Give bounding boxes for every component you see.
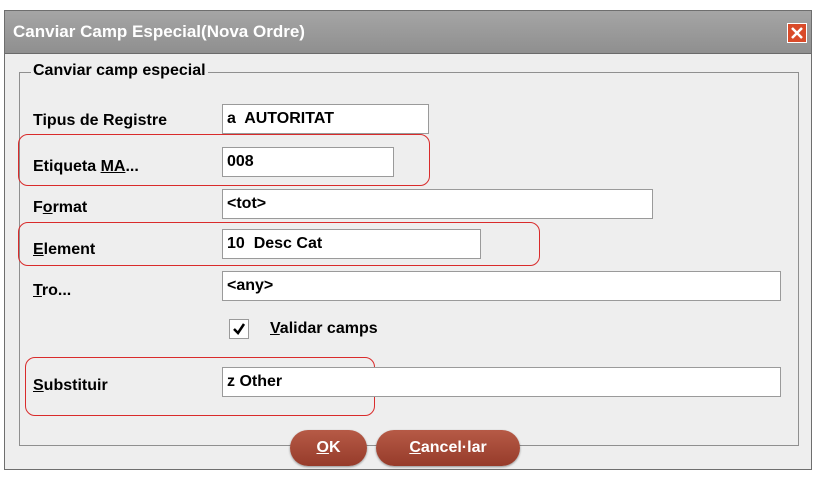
tag-label: Etiqueta MA... bbox=[33, 158, 139, 175]
checkmark-icon bbox=[233, 323, 246, 335]
validate-checkbox[interactable] bbox=[229, 319, 249, 339]
replace-field[interactable]: z Other bbox=[222, 367, 781, 397]
replace-label: Substituir bbox=[33, 377, 108, 394]
format-label: Format bbox=[33, 199, 88, 216]
tag-field[interactable]: 008 bbox=[222, 147, 394, 177]
find-field[interactable]: <any> bbox=[222, 271, 781, 301]
format-field[interactable]: <tot> bbox=[222, 189, 653, 219]
element-field[interactable]: 10 Desc Cat bbox=[222, 229, 481, 259]
group-legend: Canviar camp especial bbox=[31, 62, 208, 80]
element-label: Element bbox=[33, 241, 96, 258]
validate-label[interactable]: Validar camps bbox=[270, 320, 378, 338]
dialog-title: Canviar Camp Especial(Nova Ordre) bbox=[13, 22, 305, 41]
close-icon bbox=[791, 27, 803, 39]
close-button[interactable] bbox=[787, 23, 807, 43]
record-type-label: Tipus de Registre bbox=[33, 112, 167, 129]
cancel-button[interactable]: Cancel·lar bbox=[376, 430, 520, 466]
record-type-field[interactable]: a AUTORITAT bbox=[222, 104, 429, 134]
ok-button[interactable]: OK bbox=[290, 430, 367, 466]
title-bar[interactable]: Canviar Camp Especial(Nova Ordre) bbox=[5, 11, 811, 54]
find-label: Tro... bbox=[33, 282, 72, 299]
